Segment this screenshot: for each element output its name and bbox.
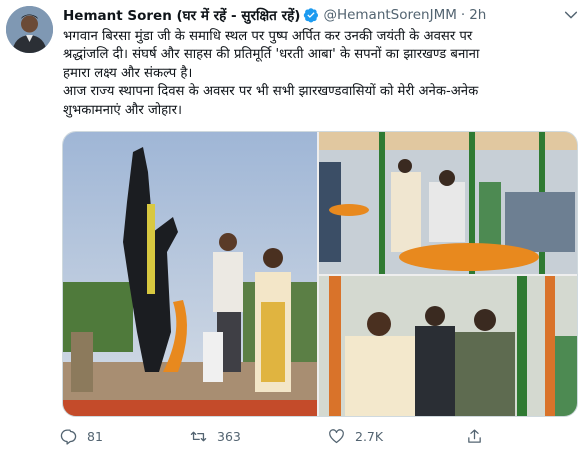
avatar[interactable] [6,6,53,53]
tweet-text-line: आज राज्य स्थापना दिवस के अवसर पर भी सभी … [63,84,479,100]
tweet-text-line: हमारा लक्ष्य और संकल्प है। [63,65,193,81]
timestamp[interactable]: 2h [469,7,486,23]
share-icon [468,428,481,443]
share-button[interactable] [466,425,493,447]
photo-floral-tribute[interactable] [319,132,577,274]
media-grid [62,131,578,417]
reply-button[interactable]: 81 [60,425,103,447]
tweet-actions: 81 363 2.7K [60,425,510,447]
retweet-button[interactable]: 363 [190,425,241,447]
tweet-text-line: श्रद्धांजलि दी। संघर्ष और साहस की प्रतिम… [63,47,480,63]
reply-count: 81 [87,428,103,444]
tweet-text-line: शुभकामनाएं और जोहार। [63,102,182,118]
like-count: 2.7K [355,428,384,444]
separator-dot: · [460,7,466,23]
heart-icon [329,428,344,443]
photo-folded-hands[interactable] [319,276,577,416]
author-handle[interactable]: @HemantSorenJMM [323,7,456,23]
retweet-count: 363 [217,428,241,444]
chevron-down-icon[interactable] [563,7,579,23]
reply-icon [60,428,77,445]
tweet-text: भगवान बिरसा मुंडा जी के समाधि स्थल पर पु… [63,28,578,120]
author-name[interactable]: Hemant Soren (घर में रहें - सुरक्षित रहे… [63,6,300,24]
tweet-header: Hemant Soren (घर में रहें - सुरक्षित रहे… [63,6,486,24]
photo-statue[interactable] [63,132,317,416]
tweet-text-line: भगवान बिरसा मुंडा जी के समाधि स्थल पर पु… [63,29,473,44]
retweet-icon [190,431,207,441]
verified-badge-icon [303,7,319,23]
like-button[interactable]: 2.7K [328,425,383,447]
